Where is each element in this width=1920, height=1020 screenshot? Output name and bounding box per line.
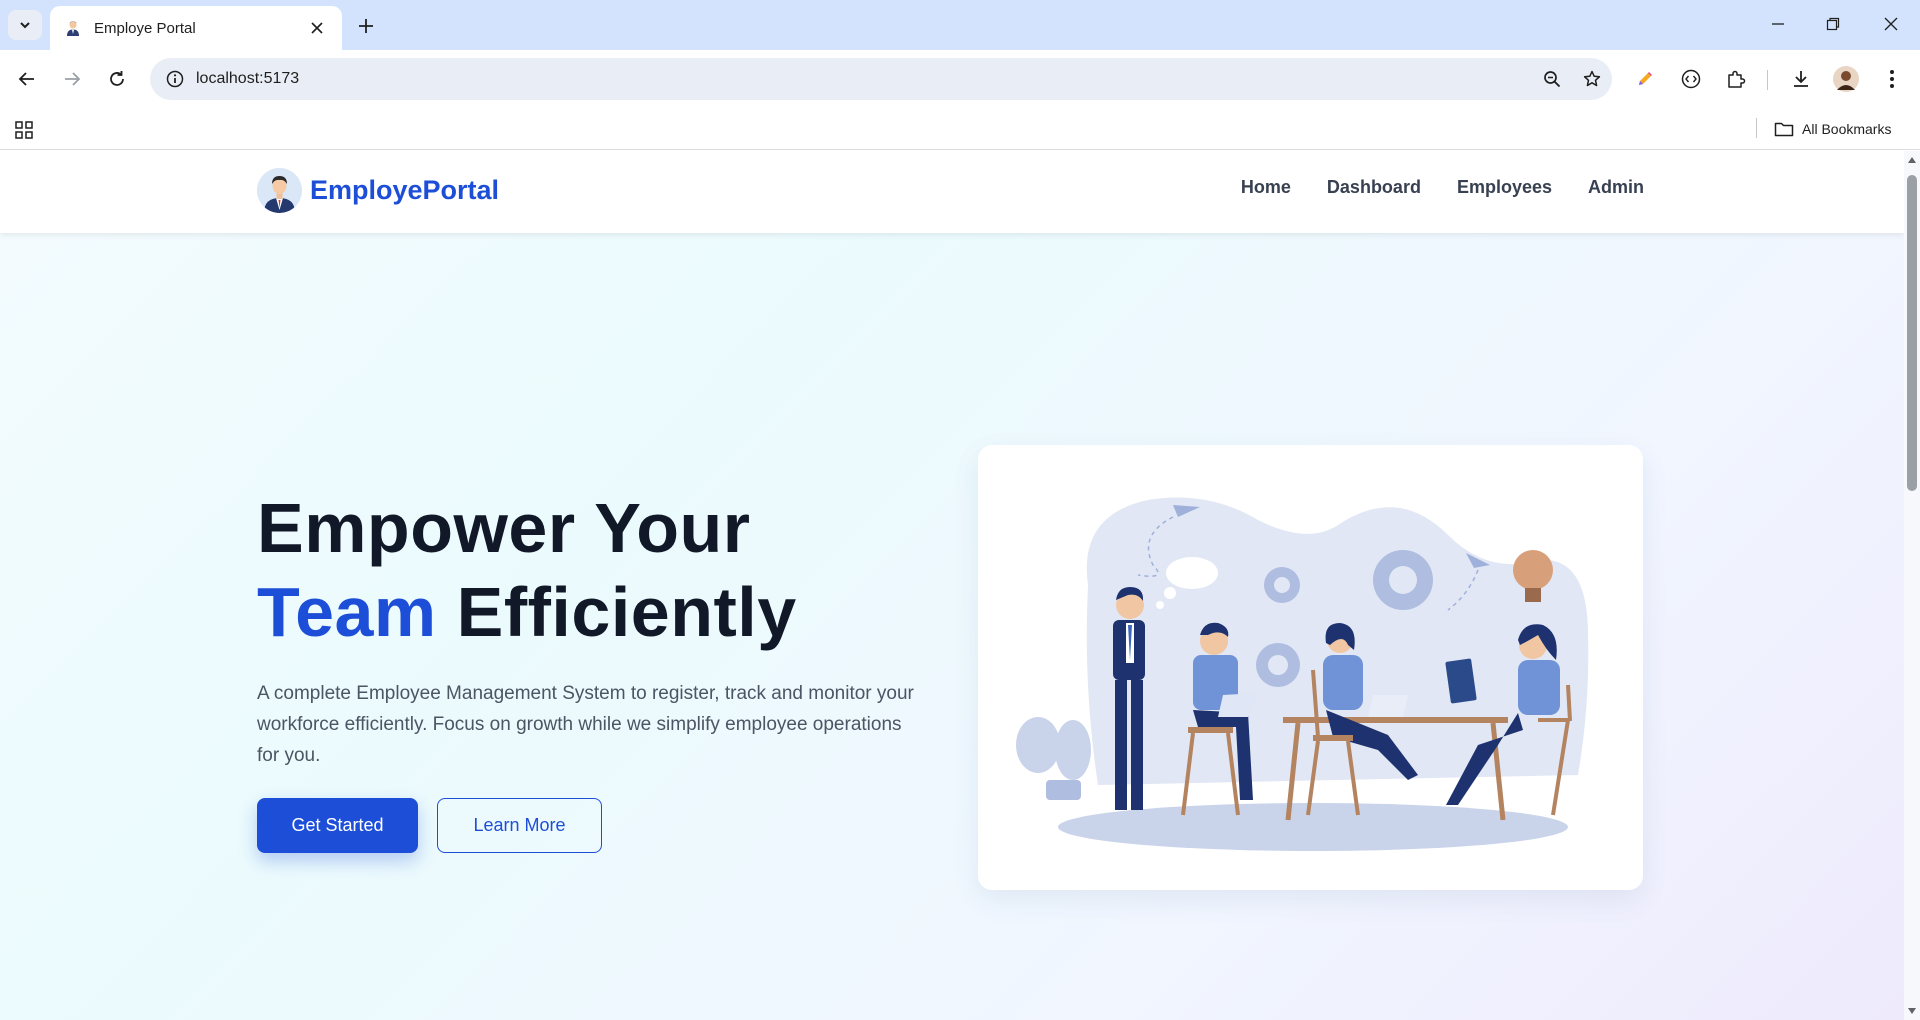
- close-window-button[interactable]: [1868, 8, 1914, 40]
- hero-title-accent: Team: [257, 573, 437, 651]
- chevron-down-icon: [20, 22, 30, 29]
- brand-logo: [257, 168, 302, 213]
- profile-avatar[interactable]: [1829, 62, 1863, 96]
- hero-title: Empower Your Team Efficiently: [257, 486, 797, 654]
- hero-illustration-card: [978, 445, 1643, 890]
- scrollbar-thumb[interactable]: [1907, 175, 1917, 491]
- download-icon[interactable]: [1784, 62, 1818, 96]
- arrow-right-icon: [65, 72, 81, 86]
- pen-extension-icon[interactable]: [1628, 62, 1662, 96]
- toolbar-divider: [1767, 70, 1768, 90]
- zoom-icon[interactable]: [1532, 59, 1572, 99]
- team-illustration: [1016, 497, 1589, 851]
- tab-title: Employe Portal: [94, 19, 196, 37]
- person-avatar-icon: [67, 21, 79, 36]
- plus-icon: [359, 19, 373, 33]
- address-bar[interactable]: localhost:5173: [150, 58, 1612, 100]
- folder-icon: [1774, 122, 1794, 137]
- url-text[interactable]: localhost:5173: [196, 70, 1532, 88]
- new-tab-button[interactable]: [352, 12, 380, 40]
- nav-admin[interactable]: Admin: [1588, 177, 1644, 198]
- page-viewport: EmployePortal Home Dashboard Employees A…: [0, 151, 1920, 1020]
- scroll-up-icon[interactable]: [1907, 155, 1917, 165]
- star-icon[interactable]: [1572, 59, 1612, 99]
- get-started-button[interactable]: Get Started: [257, 798, 418, 853]
- apps-grid-icon[interactable]: [10, 116, 38, 144]
- browser-tabstrip: Employe Portal: [0, 0, 1920, 50]
- nav-home[interactable]: Home: [1241, 177, 1291, 198]
- close-icon[interactable]: [306, 17, 328, 39]
- reload-icon: [110, 71, 124, 86]
- info-icon[interactable]: [154, 58, 196, 100]
- reload-button[interactable]: [100, 62, 134, 96]
- restore-button[interactable]: [1810, 8, 1856, 40]
- nav-employees[interactable]: Employees: [1457, 177, 1552, 198]
- restore-icon: [1826, 17, 1840, 31]
- hero-description: A complete Employee Management System to…: [257, 683, 914, 766]
- tab-search-button[interactable]: [8, 10, 42, 40]
- learn-more-button[interactable]: Learn More: [437, 798, 602, 853]
- close-icon: [1884, 17, 1898, 31]
- bookmarks-bar: All Bookmarks: [0, 108, 1920, 150]
- hero-title-rest: Efficiently: [456, 573, 797, 651]
- back-button[interactable]: [10, 62, 44, 96]
- forward-button[interactable]: [55, 62, 89, 96]
- scroll-down-icon[interactable]: [1907, 1006, 1917, 1016]
- all-bookmarks-label: All Bookmarks: [1802, 121, 1892, 137]
- hero-title-line1: Empower Your: [257, 489, 751, 567]
- site-navbar: EmployePortal Home Dashboard Employees A…: [0, 151, 1904, 233]
- brand[interactable]: EmployePortal: [257, 168, 499, 213]
- page-scrollbar[interactable]: [1904, 151, 1920, 1020]
- arrow-left-icon: [18, 72, 34, 86]
- minimize-icon: [1772, 23, 1784, 25]
- nav-dashboard[interactable]: Dashboard: [1327, 177, 1421, 198]
- browser-toolbar: localhost:5173: [0, 50, 1920, 108]
- kebab-menu-icon[interactable]: [1875, 62, 1909, 96]
- nav-links: Home Dashboard Employees Admin: [1241, 177, 1644, 198]
- all-bookmarks-button[interactable]: All Bookmarks: [1774, 116, 1891, 142]
- minimize-button[interactable]: [1755, 8, 1801, 40]
- puzzle-icon[interactable]: [1719, 62, 1753, 96]
- brand-name: EmployePortal: [310, 175, 500, 205]
- bookmarks-divider: [1756, 118, 1757, 138]
- code-extension-icon[interactable]: [1674, 62, 1708, 96]
- browser-tab-active[interactable]: Employe Portal: [50, 6, 342, 50]
